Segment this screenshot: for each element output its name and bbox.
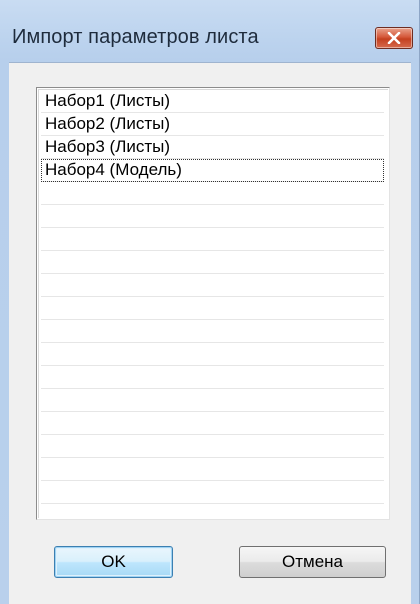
dialog-window: Импорт параметров листа Набор1 (Листы) Н… xyxy=(0,0,420,604)
title-bar[interactable]: Импорт параметров листа xyxy=(0,0,420,62)
empty-list-row xyxy=(41,297,384,320)
list-item[interactable]: Набор2 (Листы) xyxy=(41,113,384,136)
empty-list-row xyxy=(41,412,384,435)
empty-list-row xyxy=(41,435,384,458)
list-item-focused[interactable]: Набор4 (Модель) xyxy=(41,159,384,182)
empty-list-row xyxy=(41,251,384,274)
close-button[interactable] xyxy=(375,27,413,49)
cancel-button[interactable]: Отмена xyxy=(239,546,386,578)
empty-list-row xyxy=(41,366,384,389)
close-icon xyxy=(387,32,401,44)
empty-list-row xyxy=(41,274,384,297)
empty-list-row xyxy=(41,481,384,504)
sets-listbox[interactable]: Набор1 (Листы) Набор2 (Листы) Набор3 (Ли… xyxy=(36,87,390,520)
listbox-rows: Набор1 (Листы) Набор2 (Листы) Набор3 (Ли… xyxy=(38,89,388,518)
empty-list-row xyxy=(41,320,384,343)
empty-list-row xyxy=(41,182,384,205)
list-item[interactable]: Набор3 (Листы) xyxy=(41,136,384,159)
empty-list-row xyxy=(41,343,384,366)
empty-list-row xyxy=(41,458,384,481)
empty-list-row xyxy=(41,228,384,251)
empty-list-row xyxy=(41,205,384,228)
list-item[interactable]: Набор1 (Листы) xyxy=(41,90,384,113)
dialog-body: Набор1 (Листы) Набор2 (Листы) Набор3 (Ли… xyxy=(9,62,411,604)
ok-button[interactable]: OK xyxy=(54,546,173,578)
dialog-title: Импорт параметров листа xyxy=(12,26,259,48)
empty-list-row xyxy=(41,389,384,412)
